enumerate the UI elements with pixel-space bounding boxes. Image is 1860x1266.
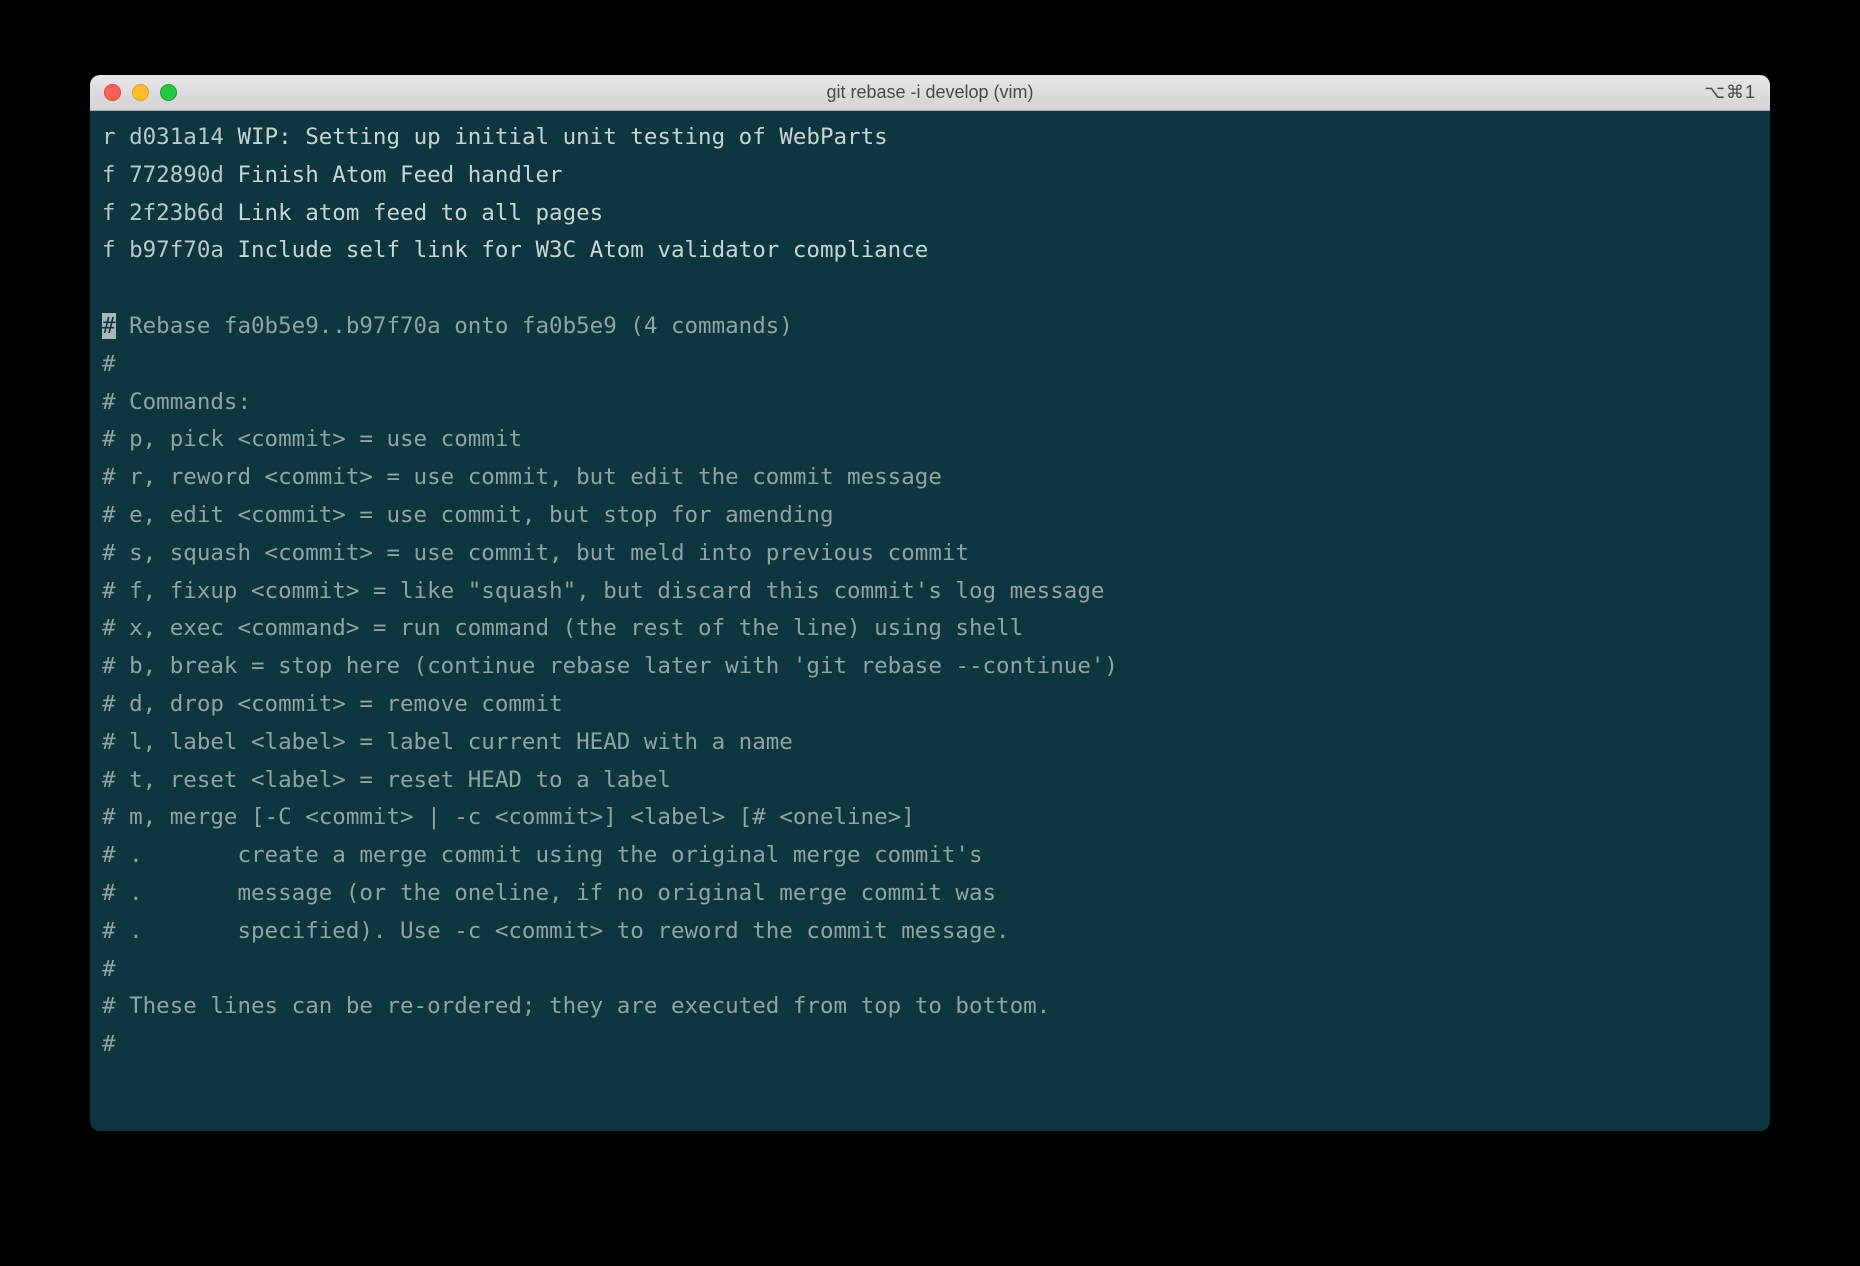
shortcut-badge: ⌥⌘1	[1704, 82, 1756, 103]
comment-line: # r, reword <commit> = use commit, but e…	[102, 464, 942, 490]
cursor-line: # Rebase fa0b5e9..b97f70a onto fa0b5e9 (…	[102, 313, 793, 339]
comment-line: # e, edit <commit> = use commit, but sto…	[102, 502, 834, 528]
traffic-lights	[104, 84, 177, 101]
comment-line: # m, merge [-C <commit> | -c <commit>] <…	[102, 804, 915, 830]
window-title: git rebase -i develop (vim)	[826, 82, 1033, 103]
comment-line: # d, drop <commit> = remove commit	[102, 691, 563, 717]
terminal-content[interactable]: r d031a14 WIP: Setting up initial unit t…	[90, 111, 1770, 1131]
comment-line: # These lines can be re-ordered; they ar…	[102, 993, 1050, 1019]
close-icon[interactable]	[104, 84, 121, 101]
minimize-icon[interactable]	[132, 84, 149, 101]
maximize-icon[interactable]	[160, 84, 177, 101]
cursor: #	[102, 313, 116, 339]
comment-line: # x, exec <command> = run command (the r…	[102, 615, 1023, 641]
comment-line: # s, squash <commit> = use commit, but m…	[102, 540, 969, 566]
commit-line: f 2f23b6d Link atom feed to all pages	[102, 200, 603, 226]
comment-line: # . message (or the oneline, if no origi…	[102, 880, 996, 906]
comment-line: # b, break = stop here (continue rebase …	[102, 653, 1118, 679]
comment-line: # . specified). Use -c <commit> to rewor…	[102, 918, 1010, 944]
comment-line: #	[102, 351, 116, 377]
comment-line: #	[102, 956, 116, 982]
commit-line: r d031a14 WIP: Setting up initial unit t…	[102, 124, 888, 150]
comment-line: #	[102, 1031, 116, 1057]
commit-line: f b97f70a Include self link for W3C Atom…	[102, 237, 928, 263]
terminal-window: git rebase -i develop (vim) ⌥⌘1 r d031a1…	[90, 75, 1770, 1131]
titlebar[interactable]: git rebase -i develop (vim) ⌥⌘1	[90, 75, 1770, 111]
comment-line: # . create a merge commit using the orig…	[102, 842, 983, 868]
comment-line: # f, fixup <commit> = like "squash", but…	[102, 578, 1104, 604]
comment-line: # t, reset <label> = reset HEAD to a lab…	[102, 767, 671, 793]
comment-line: # p, pick <commit> = use commit	[102, 426, 522, 452]
comment-line: # l, label <label> = label current HEAD …	[102, 729, 793, 755]
comment-line: # Commands:	[102, 389, 251, 415]
commit-line: f 772890d Finish Atom Feed handler	[102, 162, 563, 188]
